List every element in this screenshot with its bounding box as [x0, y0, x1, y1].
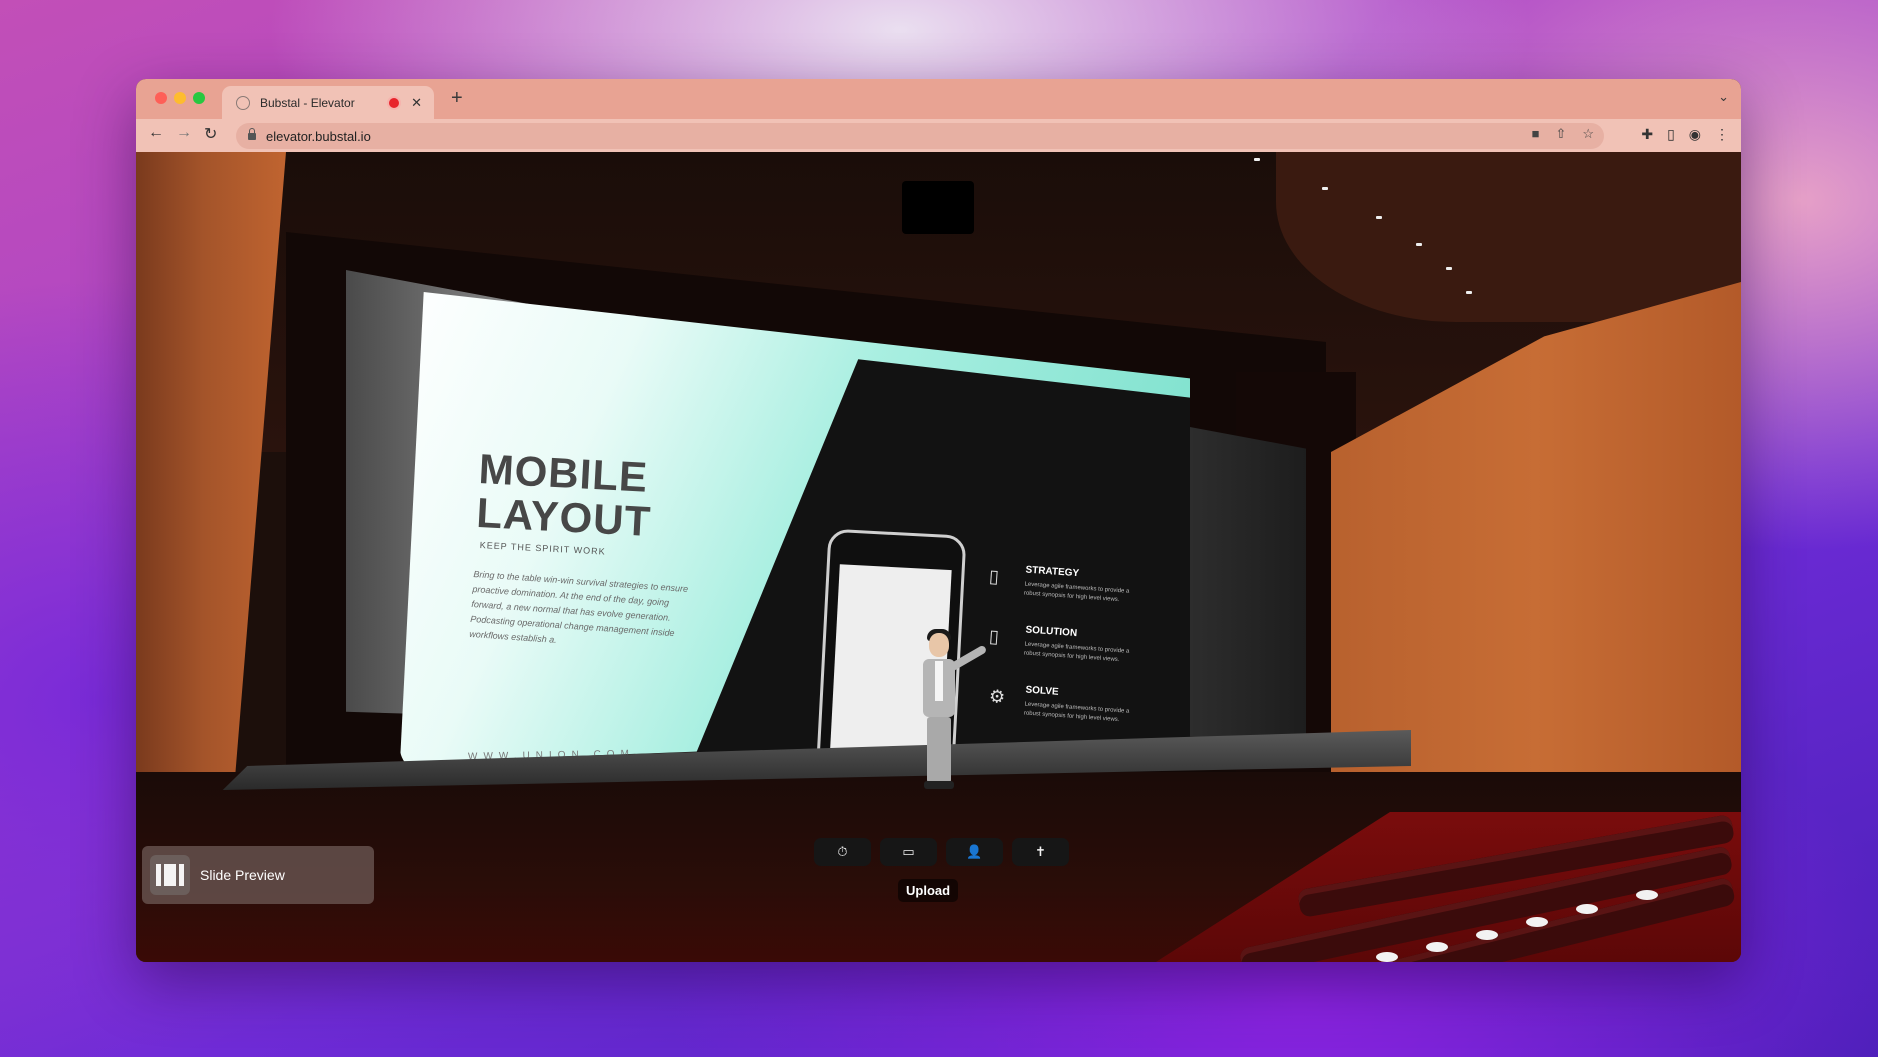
- lock-icon: [248, 127, 256, 140]
- sidebar-icon[interactable]: ▯: [1667, 126, 1675, 143]
- minimize-window-button[interactable]: [174, 92, 186, 104]
- feature-title: SOLUTION: [1025, 624, 1078, 640]
- ceiling-light: [1254, 158, 1260, 161]
- camera-icon[interactable]: ■: [1532, 126, 1540, 142]
- avatar-shoes: [924, 781, 954, 789]
- menu-kebab-icon[interactable]: ⋮: [1715, 126, 1729, 143]
- feature-title: SOLVE: [1025, 684, 1059, 698]
- 3d-theater-viewport[interactable]: MOBILE LAYOUT KEEP THE SPIRIT WORK Bring…: [136, 152, 1741, 962]
- seat-cushion: [1636, 890, 1658, 900]
- feature-list: ▯ STRATEGY Leverage agile frameworks to …: [988, 562, 1170, 742]
- ceiling-light: [1466, 291, 1472, 294]
- slide-body-text: Bring to the table win-win survival stra…: [468, 568, 689, 645]
- browser-window: Bubstal - Elevator ✕ + ⌄ ← → ↻ elevator.…: [136, 79, 1741, 962]
- feature-desc: Leverage agile frameworks to provide a r…: [1023, 581, 1130, 604]
- close-window-button[interactable]: [155, 92, 167, 104]
- avatar-head: [929, 633, 949, 657]
- slide-title-line2: LAYOUT: [475, 488, 653, 546]
- tab-title: Bubstal - Elevator: [260, 95, 355, 110]
- seat-cushion: [1576, 904, 1598, 914]
- new-tab-button[interactable]: +: [451, 87, 463, 110]
- browser-tab[interactable]: Bubstal - Elevator ✕: [222, 86, 434, 119]
- avatar-shirt: [935, 661, 943, 701]
- tab-close-icon[interactable]: ✕: [411, 95, 422, 111]
- share-icon[interactable]: ⇧: [1555, 126, 1566, 142]
- seat-cushion: [1526, 917, 1548, 927]
- notes-button[interactable]: ▭: [880, 838, 937, 866]
- bookmark-star-icon[interactable]: ☆: [1582, 126, 1594, 142]
- slide-preview-button[interactable]: Slide Preview: [142, 846, 374, 904]
- ceiling-light: [1416, 243, 1422, 246]
- slides-carousel-icon: [150, 855, 190, 895]
- seat-cushion: [1376, 952, 1398, 962]
- address-bar[interactable]: elevator.bubstal.io ■ ⇧ ☆: [236, 123, 1604, 149]
- slide-preview-label: Slide Preview: [200, 867, 285, 883]
- lock-phone-icon: ▯: [988, 565, 1000, 587]
- tab-bar: Bubstal - Elevator ✕ + ⌄: [136, 79, 1741, 119]
- feature-desc: Leverage agile frameworks to provide a r…: [1023, 701, 1130, 724]
- tab-search-button[interactable]: ⌄: [1718, 89, 1729, 105]
- favicon-icon: [236, 95, 250, 110]
- presenter-avatar[interactable]: [909, 629, 988, 793]
- ceiling-balcony: [1276, 152, 1741, 322]
- ceiling-light: [1376, 216, 1382, 219]
- avatar-button[interactable]: 👤: [946, 838, 1003, 866]
- ceiling-light: [1446, 267, 1452, 270]
- phone-signal-icon: ▯: [988, 625, 1000, 647]
- book-icon: ▭: [902, 844, 915, 859]
- camera-placeholder: [902, 181, 974, 234]
- gear-phone-icon: ⚙: [988, 685, 1006, 708]
- reload-button[interactable]: ↻: [204, 124, 217, 144]
- back-button[interactable]: ←: [148, 124, 164, 142]
- forward-button[interactable]: →: [176, 124, 192, 142]
- upload-button[interactable]: Upload: [898, 879, 959, 902]
- maximize-window-button[interactable]: [193, 92, 205, 104]
- slide-title: MOBILE LAYOUT: [475, 445, 654, 546]
- avatar-legs: [927, 717, 951, 783]
- presenter-controls: ⏱ ▭ 👤 ✝: [814, 838, 1069, 866]
- person-icon: 👤: [966, 844, 983, 859]
- url-text: elevator.bubstal.io: [266, 128, 371, 144]
- presentation-slide: MOBILE LAYOUT KEEP THE SPIRIT WORK Bring…: [400, 292, 1190, 864]
- browser-toolbar: ← → ↻ elevator.bubstal.io ■ ⇧ ☆ ✚ ▯ ◉ ⋮: [136, 119, 1741, 153]
- stopwatch-icon: ⏱: [837, 844, 848, 859]
- profile-icon[interactable]: ◉: [1689, 126, 1701, 143]
- seat-cushion: [1426, 942, 1448, 952]
- recording-icon: [387, 95, 402, 110]
- ceiling-light: [1322, 187, 1328, 190]
- extensions-icon[interactable]: ✚: [1641, 126, 1653, 143]
- timer-button[interactable]: ⏱: [814, 838, 871, 866]
- seat-cushion: [1476, 930, 1498, 940]
- accessibility-button[interactable]: ✝: [1012, 838, 1069, 866]
- feature-title: STRATEGY: [1025, 564, 1080, 580]
- accessibility-icon: ✝: [1035, 844, 1046, 859]
- feature-desc: Leverage agile frameworks to provide a r…: [1023, 641, 1130, 664]
